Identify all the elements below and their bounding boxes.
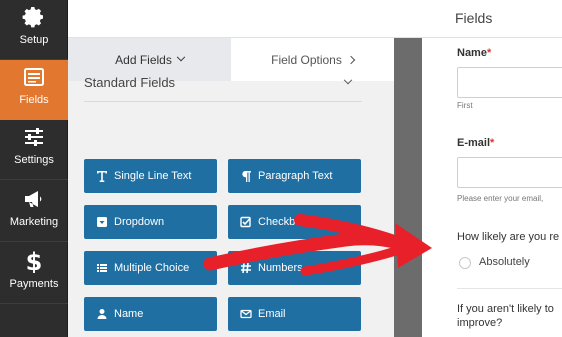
section-title: Standard Fields (84, 75, 176, 90)
field-button-label: Email (258, 308, 286, 320)
section-collapse-toggle[interactable] (343, 73, 353, 91)
page-title: Fields (455, 10, 493, 26)
likelihood-question: How likely are you re (457, 231, 560, 243)
chevron-down-icon (176, 52, 186, 61)
dollar-icon: $ (26, 249, 43, 273)
svg-text:$: $ (26, 249, 43, 273)
section-divider (84, 101, 362, 102)
email-label-text: E-mail (457, 137, 491, 149)
paragraph-icon (242, 171, 251, 182)
sidebar-label-setup: Setup (19, 34, 49, 46)
name-first-sublabel: First (457, 101, 473, 110)
text-icon (97, 171, 107, 182)
field-button-numbers[interactable]: Numbers (228, 251, 361, 285)
required-marker: * (490, 137, 495, 149)
field-button-single-line-text[interactable]: Single Line Text (84, 159, 217, 193)
form-preview: Name* First E-mail* Please enter your em… (422, 38, 562, 337)
envelope-icon (240, 309, 252, 319)
email-sublabel: Please enter your email, (457, 194, 544, 203)
field-button-label: Paragraph Text (258, 170, 333, 182)
required-marker: * (486, 47, 492, 59)
sidebar-item-setup[interactable]: Setup (0, 0, 68, 60)
name-label-text: Name (457, 47, 487, 59)
checkbox-icon (240, 216, 251, 228)
tab-add-fields-label: Add Fields (115, 52, 172, 67)
sidebar-label-marketing: Marketing (9, 216, 59, 228)
field-button-multiple-choice[interactable]: Multiple Choice (84, 251, 217, 285)
field-button-label: Dropdown (114, 216, 165, 228)
sidebar: Setup Fields Settings Marketing $ Paymen… (0, 0, 68, 337)
gear-icon (22, 7, 43, 28)
sidebar-item-settings[interactable]: Settings (0, 120, 68, 180)
form-divider (457, 288, 562, 289)
radio-absolutely[interactable] (459, 257, 471, 269)
field-button-label: Multiple Choice (114, 262, 190, 274)
sidebar-item-marketing[interactable]: Marketing (0, 182, 68, 242)
radio-label-absolutely: Absolutely (479, 256, 530, 268)
sidebar-label-payments: Payments (9, 278, 59, 290)
name-first-input[interactable] (457, 67, 562, 98)
tab-field-options[interactable]: Field Options (231, 38, 394, 81)
name-field-label: Name* (457, 47, 491, 59)
sidebar-item-payments[interactable]: $ Payments (0, 244, 68, 304)
email-field-label: E-mail* (457, 137, 494, 149)
field-button-label: Name (114, 308, 144, 320)
field-button-label: Checkboxes (258, 216, 319, 228)
field-button-name[interactable]: Name (84, 297, 217, 331)
fields-panel: Add Fields Field Options Standard Fields… (68, 38, 394, 337)
chevron-down-icon (343, 75, 353, 85)
chevron-right-icon (346, 55, 356, 64)
field-button-paragraph-text[interactable]: Paragraph Text (228, 159, 361, 193)
improve-question-line1: If you aren't likely to (457, 303, 554, 315)
email-input[interactable] (457, 157, 562, 188)
top-bar: Fields (68, 0, 562, 38)
list-bullet-icon (97, 264, 107, 272)
megaphone-icon (25, 191, 42, 207)
sidebar-item-fields[interactable]: Fields (0, 60, 68, 120)
field-button-label: Single Line Text (114, 170, 192, 182)
list-icon (24, 68, 44, 86)
sidebar-label-fields: Fields (19, 94, 49, 106)
sliders-icon (25, 128, 43, 146)
panel-divider (394, 38, 422, 337)
field-button-dropdown[interactable]: Dropdown (84, 205, 217, 239)
hash-icon (241, 262, 251, 274)
dropdown-icon (97, 217, 107, 227)
improve-question-line2: improve? (457, 317, 503, 329)
user-icon (97, 309, 107, 319)
field-button-email[interactable]: Email (228, 297, 361, 331)
tab-field-options-label: Field Options (271, 52, 342, 67)
field-button-label: Numbers (258, 262, 303, 274)
field-button-checkboxes[interactable]: Checkboxes (228, 205, 361, 239)
sidebar-label-settings: Settings (14, 154, 54, 166)
